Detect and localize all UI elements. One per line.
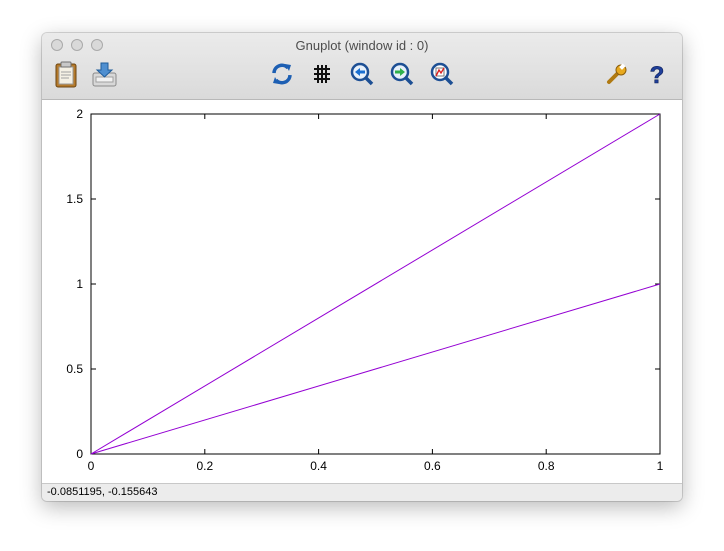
x-tick-label: 0.4 [310,459,327,473]
window-title: Gnuplot (window id : 0) [295,38,429,53]
y-tick-label: 2 [76,107,83,121]
grid-icon [314,65,330,83]
x-tick-label: 1 [657,459,664,473]
y-tick-label: 1.5 [66,192,83,206]
gnuplot-window: Gnuplot (window id : 0) ? 0 0.2 0.4 0.6 … [42,33,682,501]
y-tick-label: 1 [76,277,83,291]
plot-area[interactable]: 0 0.2 0.4 0.6 0.8 1 0 0.5 1 1.5 2 [42,100,682,483]
autoscale-button[interactable] [428,60,456,88]
y-tick-label: 0.5 [66,362,83,376]
export-button[interactable] [90,60,118,88]
zoom-next-icon [390,62,414,86]
clipboard-icon [55,61,77,88]
x-tick-label: 0.8 [538,459,555,473]
autoscale-icon [430,62,454,86]
status-bar: -0.0851195, -0.155643 [42,483,682,501]
svg-text:?: ? [650,62,665,88]
mouse-coordinates: -0.0851195, -0.155643 [47,486,158,498]
copy-to-clipboard-button[interactable] [52,60,80,88]
export-icon [92,62,117,87]
x-tick-label: 0 [88,459,95,473]
zoom-previous-icon [350,62,374,86]
x-tick-label: 0.6 [424,459,441,473]
x-tick-label: 0.2 [196,459,213,473]
zoom-back-button[interactable] [348,60,376,88]
settings-button[interactable] [603,60,631,88]
series-line-1 [90,113,661,455]
wrench-icon [607,63,627,84]
zoom-forward-button[interactable] [388,60,416,88]
toggle-grid-button[interactable] [308,60,336,88]
help-icon: ? [649,62,665,88]
title-bar: Gnuplot (window id : 0) ? [42,33,682,100]
series-line-2 [90,283,661,455]
replot-button[interactable] [268,60,296,88]
help-button[interactable]: ? [643,60,671,88]
y-tick-label: 0 [76,447,83,461]
refresh-icon [272,63,292,85]
plot-canvas[interactable]: 0 0.2 0.4 0.6 0.8 1 0 0.5 1 1.5 2 [42,100,682,483]
